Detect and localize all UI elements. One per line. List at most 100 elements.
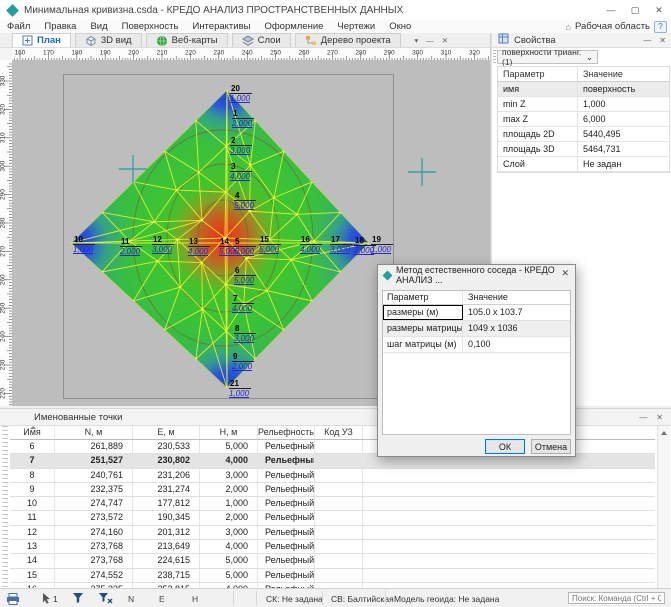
dialog-title-bar[interactable]: Метод естественного соседа - КРЕДО АНАЛИ… <box>378 265 575 285</box>
dialog-close-icon[interactable]: ✕ <box>561 268 569 279</box>
natural-neighbor-dialog: Метод естественного соседа - КРЕДО АНАЛИ… <box>377 264 576 457</box>
property-value: 5464,731 <box>578 142 669 156</box>
table-row[interactable]: 9232,375231,2742,000Рельефный <box>10 483 655 497</box>
property-row[interactable]: имяповерхность <box>498 82 669 97</box>
cell: 3,000 <box>200 469 258 482</box>
cell: Рельефный <box>258 483 315 496</box>
properties-minimize-icon[interactable]: — <box>643 36 651 45</box>
property-name: min Z <box>498 97 578 111</box>
table-row[interactable]: 15274,552238,7155,000Рельефный <box>10 569 655 583</box>
cell: 13 <box>10 540 55 553</box>
property-value: 1,000 <box>578 97 669 111</box>
property-row[interactable]: max Z6,000 <box>498 112 669 127</box>
workspace-icon[interactable]: ⌂ <box>566 22 571 32</box>
table-row[interactable]: 12274,160201,3123,000Рельефный <box>10 526 655 540</box>
ok-button[interactable]: ОК <box>485 439 525 454</box>
svg-text:240: 240 <box>0 331 7 342</box>
workspace-menu[interactable]: Рабочая область <box>575 21 650 32</box>
points-close-icon[interactable]: ✕ <box>656 413 663 422</box>
cell: 230,802 <box>133 454 200 467</box>
cell: 5,000 <box>200 554 258 567</box>
tab-layers[interactable]: Слои <box>232 33 291 47</box>
dialog-value[interactable]: 1049 x 1036 <box>463 321 570 336</box>
cell: Рельефный <box>258 554 315 567</box>
close-icon[interactable]: ✕ <box>647 0 671 20</box>
column-header-4[interactable]: Рельефность <box>258 426 315 439</box>
menu-item-5[interactable]: Интерактивы <box>185 21 257 32</box>
table-row[interactable]: 10274,747177,8121,000Рельефный <box>10 497 655 511</box>
menu-item-8[interactable]: Окно <box>382 21 418 32</box>
table-row[interactable]: 14273,768224,6155,000Рельефный <box>10 554 655 568</box>
column-header-0[interactable]: Имя <box>10 426 55 439</box>
pane-minimize-icon[interactable]: — <box>426 36 434 45</box>
column-header-2[interactable]: E, м <box>133 426 200 439</box>
property-row[interactable]: площадь 2D5440,495 <box>498 127 669 142</box>
property-row[interactable]: СлойНе задан <box>498 157 669 172</box>
filter-icon[interactable] <box>72 592 84 606</box>
pane-close-icon[interactable]: ✕ <box>442 36 448 45</box>
column-header-5[interactable]: Код УЗ <box>315 426 363 439</box>
cell <box>315 440 363 453</box>
command-search-input[interactable] <box>568 592 665 604</box>
column-header: Значение <box>578 67 669 81</box>
points-minimize-icon[interactable]: — <box>639 413 647 422</box>
table-row[interactable]: 8240,761231,2063,000Рельефный <box>10 469 655 483</box>
cell: 231,206 <box>133 469 200 482</box>
help-icon[interactable]: ? <box>654 21 667 33</box>
property-row[interactable]: min Z1,000 <box>498 97 669 112</box>
menu-item-7[interactable]: Чертежи <box>330 21 382 32</box>
table-row[interactable]: 13273,768213,6494,000Рельефный <box>10 540 655 554</box>
selection-count-icon[interactable] <box>40 592 52 607</box>
dialog-row[interactable]: размеры (м)105.0 x 103.7 <box>383 305 570 321</box>
minimize-icon[interactable]: — <box>599 0 623 20</box>
cancel-button[interactable]: Отмена <box>531 439 571 454</box>
pane-menu-icon[interactable]: ▾ <box>414 36 418 45</box>
tab-view3d[interactable]: 3D вид <box>75 33 142 47</box>
cell-empty <box>363 526 655 539</box>
dialog-row[interactable]: размеры матрицы1049 x 1036 <box>383 321 570 337</box>
svg-text:280: 280 <box>0 217 7 228</box>
selection-count: 1 <box>53 594 58 604</box>
properties-panel-title: Свойства <box>514 35 556 46</box>
view-tab-bar: План3D видВеб-картыСлоиДерево проекта ▾ … <box>0 33 490 48</box>
tab-label: Слои <box>258 35 281 46</box>
maximize-icon[interactable]: ▢ <box>623 0 647 20</box>
menu-item-4[interactable]: Поверхность <box>115 21 186 32</box>
cell: 2,000 <box>200 483 258 496</box>
cell: 213,649 <box>133 540 200 553</box>
menu-item-6[interactable]: Оформление <box>257 21 330 32</box>
menu-item-2[interactable]: Правка <box>37 21 83 32</box>
tab-label: План <box>37 35 61 46</box>
svg-text:210: 210 <box>157 50 168 57</box>
menu-item-3[interactable]: Вид <box>83 21 114 32</box>
cell: Рельефный <box>258 454 315 467</box>
dialog-value[interactable]: 0,100 <box>463 337 570 352</box>
properties-close-icon[interactable]: ✕ <box>659 36 666 45</box>
cell: 4,000 <box>200 540 258 553</box>
points-scrollbar[interactable] <box>657 426 670 589</box>
named-points-title: Именованные точки <box>34 412 122 423</box>
object-selector[interactable]: поверхности трианг. (1) ⌄ <box>497 50 598 64</box>
dialog-value[interactable]: 105.0 x 103.7 <box>463 305 570 320</box>
ruler-corner <box>0 48 12 60</box>
table-row[interactable]: 11273,572190,3452,000Рельефный <box>10 511 655 525</box>
clear-filter-icon[interactable] <box>98 592 113 606</box>
cell: 5,000 <box>200 569 258 582</box>
property-name: max Z <box>498 112 578 126</box>
tab-plan[interactable]: План <box>12 33 71 47</box>
geoid-model-status[interactable]: Модель геоида: Не задана <box>394 594 499 604</box>
cell: 8 <box>10 469 55 482</box>
menu-item-1[interactable]: Файл <box>0 21 37 32</box>
column-header-1[interactable]: N, м <box>55 426 133 439</box>
dialog-param: шаг матрицы (м) <box>383 337 463 352</box>
tab-webmap[interactable]: Веб-карты <box>146 33 228 47</box>
cell: 261,889 <box>55 440 133 453</box>
coordinate-system-status[interactable]: СК: Не задана <box>266 594 323 604</box>
svg-text:230: 230 <box>213 50 224 57</box>
tab-tree[interactable]: Дерево проекта <box>295 33 401 47</box>
column-header-3[interactable]: H, м <box>200 426 258 439</box>
print-icon[interactable] <box>6 592 20 607</box>
property-row[interactable]: площадь 3D5464,731 <box>498 142 669 157</box>
dialog-row[interactable]: шаг матрицы (м)0,100 <box>383 337 570 353</box>
scroll-up-icon[interactable] <box>661 431 667 435</box>
